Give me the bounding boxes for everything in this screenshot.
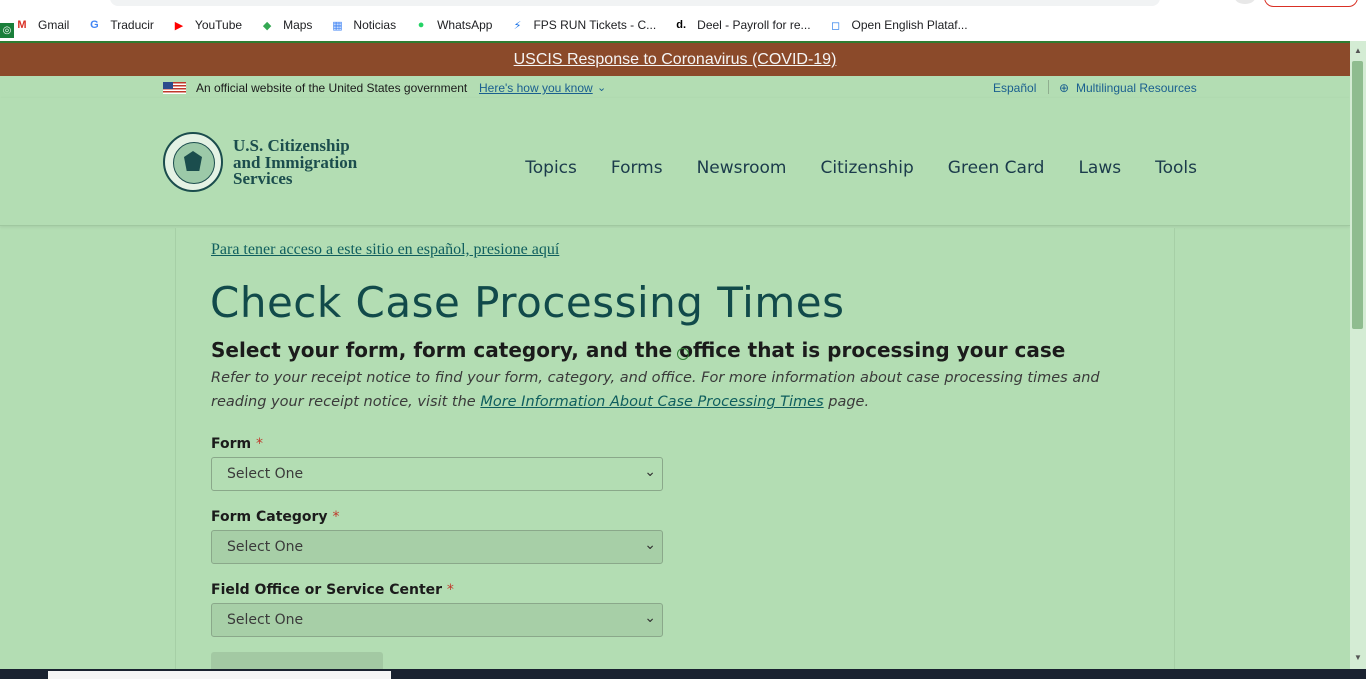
covid-link[interactable]: USCIS Response to Coronavirus (COVID-19)	[514, 51, 837, 68]
nav-topics[interactable]: Topics	[525, 158, 577, 178]
bookmark-label: Deel - Payroll for re...	[697, 18, 811, 32]
get-processing-time-button[interactable]	[211, 652, 383, 669]
nav-forms[interactable]: Forms	[611, 158, 663, 178]
bookmark-label: WhatsApp	[437, 18, 493, 32]
browser-chrome: M Gmail G Traducir ▶ YouTube ◆ Maps ▦ Noticias ● Wh…	[0, 0, 1366, 41]
scroll-down-icon[interactable]: ▼	[1354, 653, 1362, 662]
spanish-site-link[interactable]: Para tener acceso a este sitio en españo…	[211, 241, 559, 259]
chevron-down-icon: ⌄	[644, 610, 656, 626]
bookmark-label: Open English Plataf...	[851, 18, 968, 32]
site-header: U.S. Citizenship and Immigration Service…	[0, 98, 1350, 226]
form-label: Form *	[211, 436, 263, 452]
maps-icon: ◆	[262, 19, 272, 32]
covid-banner: USCIS Response to Coronavirus (COVID-19)	[0, 43, 1350, 76]
bookmark-whatsapp[interactable]: ● WhatsApp	[413, 14, 493, 36]
nav-citizenship[interactable]: Citizenship	[821, 158, 914, 178]
bookmark-label: Maps	[283, 18, 313, 32]
page-scrollbar[interactable]: ▲ ▼	[1350, 41, 1366, 669]
chevron-down-icon: ⌄	[644, 537, 656, 553]
divider	[1048, 80, 1049, 94]
bookmark-label: Noticias	[353, 18, 397, 32]
mouse-cursor-icon	[677, 348, 689, 360]
scroll-up-icon[interactable]: ▲	[1354, 46, 1362, 55]
required-asterisk: *	[446, 582, 454, 598]
office-select[interactable]: Select One ⌄	[211, 603, 663, 637]
page: USCIS Response to Coronavirus (COVID-19)…	[0, 41, 1350, 669]
bookmark-traducir[interactable]: G Traducir	[86, 14, 154, 36]
bookmark-label: FPS RUN Tickets - C...	[533, 18, 657, 32]
gov-banner: An official website of the United States…	[0, 76, 1350, 98]
us-flag-icon	[163, 82, 186, 94]
main-nav: Topics Forms Newsroom Citizenship Green …	[491, 158, 1197, 178]
espanol-link[interactable]: Español	[993, 81, 1036, 95]
bookmark-fps[interactable]: ⚡ FPS RUN Tickets - C...	[509, 14, 657, 36]
bookmark-label: Traducir	[110, 18, 154, 32]
form-select[interactable]: Select One ⌄	[211, 457, 663, 491]
bookmark-youtube[interactable]: ▶ YouTube	[171, 14, 242, 36]
office-label: Field Office or Service Center *	[211, 582, 454, 598]
profile-avatar[interactable]	[1235, 0, 1255, 4]
browser-update-button[interactable]	[1264, 0, 1358, 7]
intro-text: Refer to your receipt notice to find you…	[211, 366, 1141, 414]
multilingual-resources-link[interactable]: Multilingual Resources	[1076, 81, 1197, 95]
required-asterisk: *	[255, 436, 263, 452]
nav-tools[interactable]: Tools	[1155, 158, 1197, 178]
form-category-label: Form Category *	[211, 509, 339, 525]
bookmark-open[interactable]: ◻ Open English Plataf...	[828, 14, 968, 36]
agency-line-3: Services	[233, 169, 293, 188]
nav-laws[interactable]: Laws	[1078, 158, 1121, 178]
official-text: An official website of the United States…	[196, 81, 468, 95]
required-asterisk: *	[332, 509, 340, 525]
whatsapp-icon: ●	[417, 19, 425, 31]
nav-green-card[interactable]: Green Card	[948, 158, 1045, 178]
bookmark-label: YouTube	[194, 18, 243, 32]
form-category-label-text: Form Category	[211, 509, 328, 525]
lightning-icon: ⚡	[513, 19, 522, 32]
news-icon: ▦	[332, 19, 343, 32]
office-label-text: Field Office or Service Center	[211, 582, 443, 598]
open-english-icon: ◻	[830, 19, 841, 32]
bookmark-gmail[interactable]: M Gmail	[14, 14, 69, 36]
more-info-link[interactable]: More Information About Case Processing T…	[480, 394, 823, 410]
youtube-icon: ▶	[174, 19, 184, 32]
bookmark-maps[interactable]: ◆ Maps	[259, 14, 313, 36]
bookmark-label: Gmail	[38, 18, 70, 32]
taskbar-window[interactable]	[48, 671, 391, 679]
bookmark-noticias[interactable]: ▦ Noticias	[329, 14, 396, 36]
globe-icon[interactable]: ⊕	[1059, 81, 1069, 95]
bookmark-deel[interactable]: d. Deel - Payroll for re...	[673, 14, 810, 36]
form-category-select-value: Select One	[227, 539, 304, 555]
extension-icon[interactable]: ◎	[0, 23, 14, 38]
address-bar[interactable]	[110, 0, 1160, 6]
bookmarks-bar: M Gmail G Traducir ▶ YouTube ◆ Maps ▦ Noticias ● Wh…	[14, 14, 985, 36]
main-content: Para tener acceso a este sitio en españo…	[175, 228, 1175, 669]
chevron-down-icon[interactable]: ⌄	[597, 81, 606, 94]
office-select-value: Select One	[227, 612, 304, 628]
agency-name[interactable]: U.S. Citizenship and Immigration Service…	[233, 137, 357, 188]
form-category-select[interactable]: Select One ⌄	[211, 530, 663, 564]
deel-icon: d.	[676, 19, 687, 31]
nav-newsroom[interactable]: Newsroom	[697, 158, 787, 178]
form-select-value: Select One	[227, 466, 304, 482]
chevron-down-icon: ⌄	[644, 464, 656, 480]
os-taskbar	[0, 669, 1366, 679]
scrollbar-thumb[interactable]	[1352, 61, 1363, 329]
page-title: Check Case Processing Times	[210, 278, 845, 327]
dhs-seal-logo[interactable]	[163, 132, 223, 192]
intro-text-after: page.	[823, 394, 870, 410]
page-subtitle: Select your form, form category, and the…	[211, 338, 1066, 362]
translate-icon: G	[90, 19, 99, 31]
gmail-icon: M	[17, 19, 27, 31]
how-you-know-link[interactable]: Here's how you know	[479, 81, 593, 95]
form-label-text: Form	[211, 436, 252, 452]
